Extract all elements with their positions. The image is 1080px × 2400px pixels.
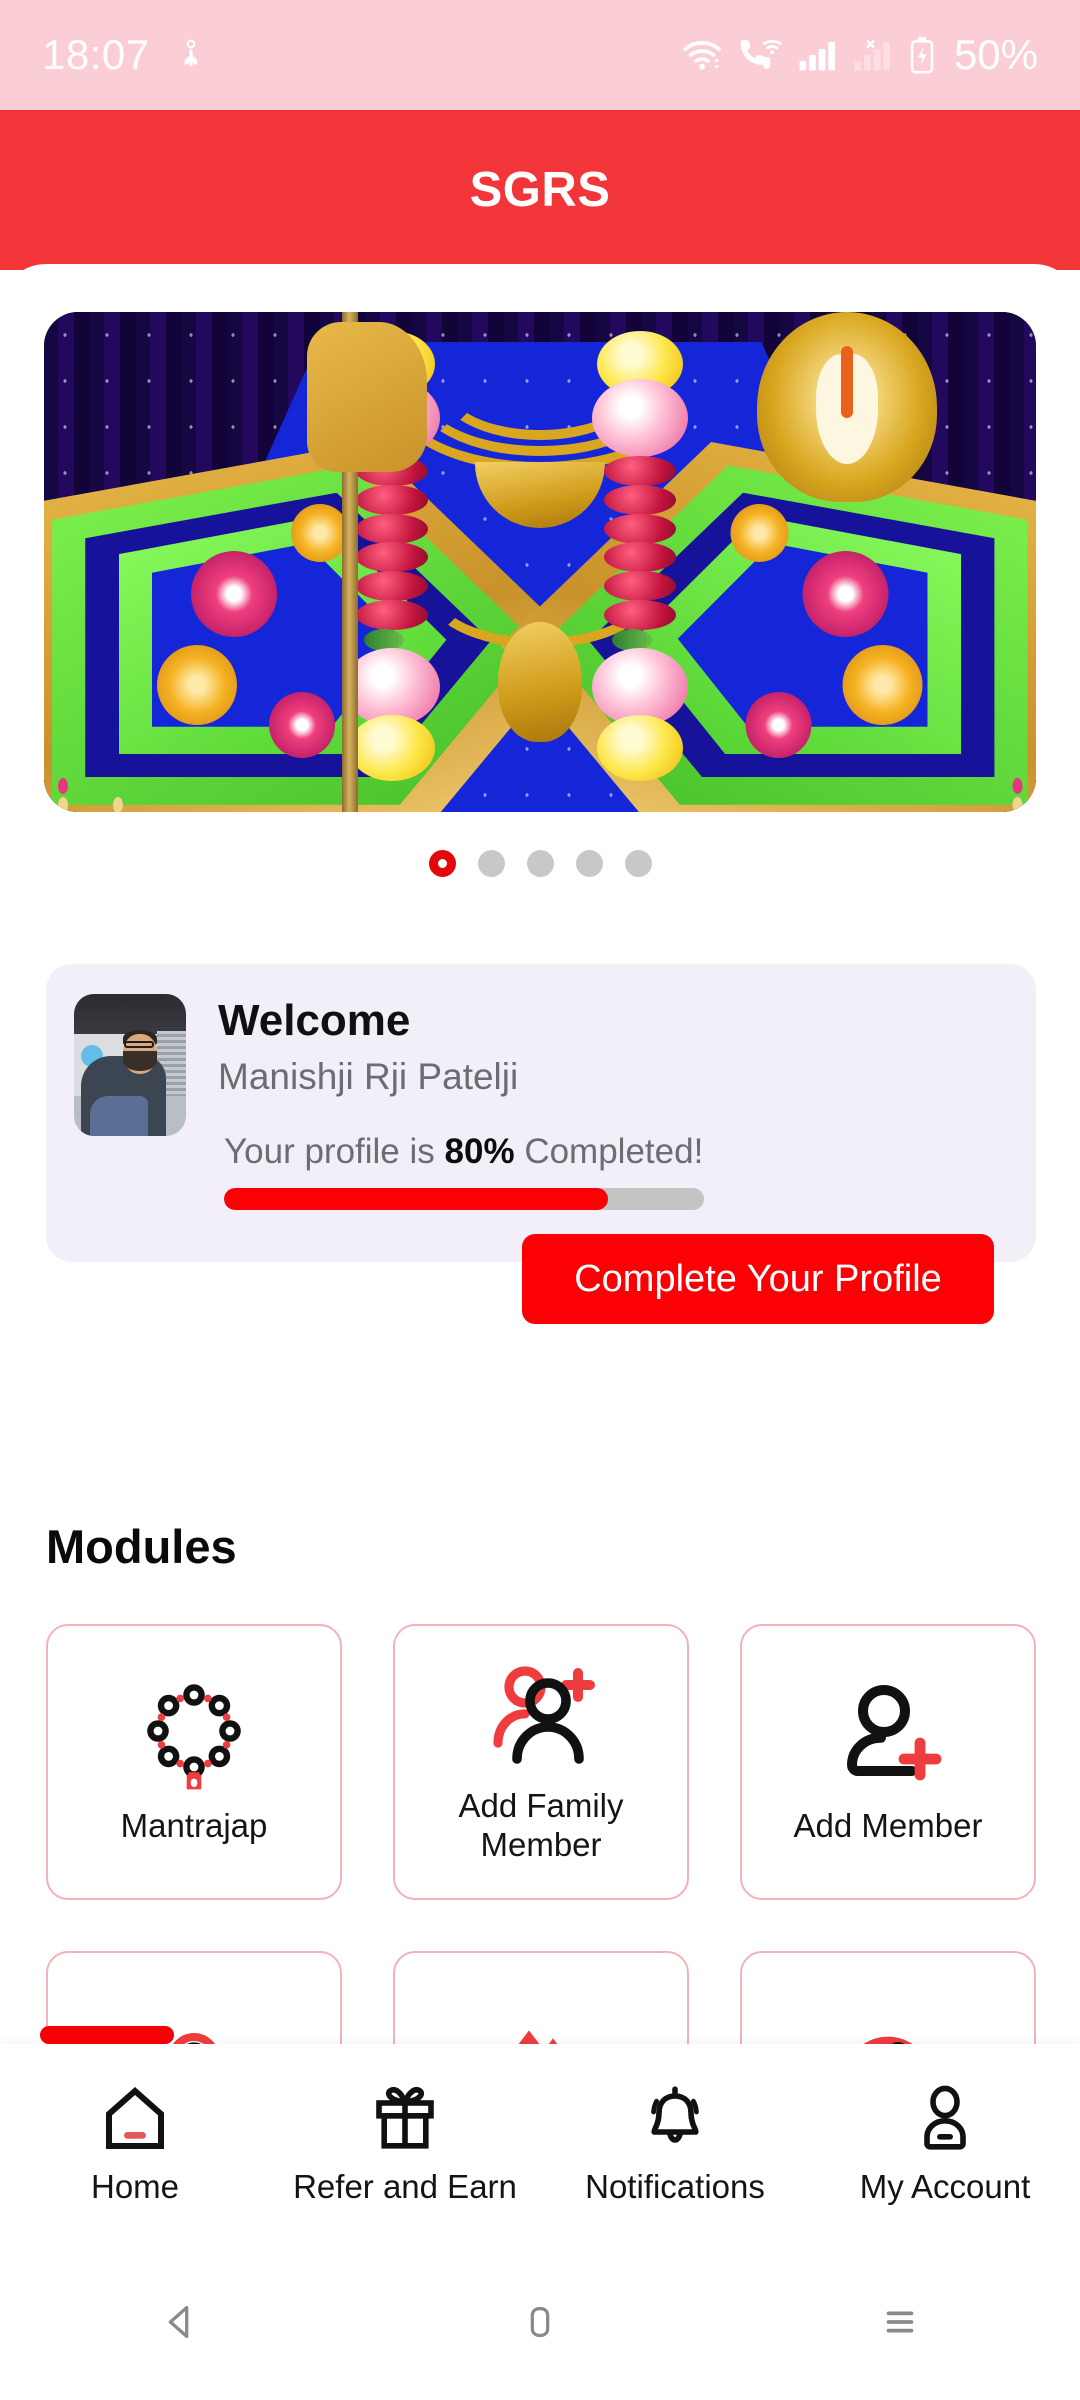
person-icon	[924, 2085, 966, 2150]
carousel-dot-3[interactable]	[526, 850, 554, 877]
modules-heading: Modules	[46, 1520, 237, 1573]
progress-suffix: Completed!	[524, 1132, 704, 1171]
prayer-beads-mala-icon	[142, 1679, 246, 1791]
carousel-dot-5[interactable]	[624, 850, 652, 877]
bottom-navigation: Home Refer and Earn Notifications My Acc…	[0, 2044, 1080, 2244]
home-icon	[106, 2086, 164, 2149]
profile-progress-text: Your profile is 80% Completed!	[224, 1132, 703, 1172]
welcome-card: Welcome Manishji Rji Patelji Your profil…	[46, 964, 1036, 1324]
recents-lines-icon[interactable]	[840, 2272, 960, 2372]
sprout-icon	[184, 39, 198, 67]
welcome-user-name: Manishji Rji Patelji	[218, 1056, 519, 1097]
wifi-icon	[683, 41, 721, 70]
active-tab-indicator	[40, 2026, 174, 2044]
carousel-dot-1[interactable]	[428, 850, 456, 877]
profile-progress-fill	[224, 1188, 608, 1210]
carousel-dot-4[interactable]	[575, 850, 603, 877]
add-family-member-icon	[482, 1659, 600, 1771]
back-triangle-icon[interactable]	[120, 2272, 240, 2372]
status-bar-right: 50%	[681, 31, 1038, 79]
signal-bars-icon	[799, 41, 835, 71]
complete-profile-button[interactable]: Complete Your Profile	[522, 1234, 994, 1324]
nav-label: Refer and Earn	[293, 2168, 517, 2205]
module-label: Add Family Member	[458, 1787, 624, 1863]
app-header: SGRS	[0, 110, 1080, 270]
status-bar-left: 18:07	[42, 31, 208, 79]
status-bar: 18:07 50%	[0, 0, 1080, 110]
carousel-dot-2[interactable]	[477, 850, 505, 877]
vowifi-call-icon	[740, 39, 782, 69]
bell-icon	[651, 2086, 699, 2143]
system-navigation-bar	[0, 2244, 1080, 2400]
module-label: Add Member	[793, 1806, 983, 1844]
profile-progress-bar	[224, 1188, 704, 1210]
welcome-greeting: Welcome	[218, 996, 411, 1045]
add-member-icon	[832, 1679, 944, 1791]
gold-drop-pendant	[498, 622, 582, 742]
status-bar-clock: 18:07	[42, 31, 150, 78]
avatar[interactable]	[74, 994, 186, 1136]
nav-item-refer-and-earn[interactable]: Refer and Earn	[270, 2082, 540, 2206]
no-signal-x-icon	[854, 40, 890, 71]
nav-item-my-account[interactable]: My Account	[810, 2082, 1080, 2206]
carousel-dots[interactable]	[0, 850, 1080, 877]
flower-garland-right	[592, 312, 689, 792]
progress-value: 80%	[444, 1132, 515, 1171]
battery-charging-icon	[910, 37, 934, 74]
progress-prefix: Your profile is	[224, 1132, 435, 1171]
module-card-add-family-member[interactable]: Add Family Member	[393, 1624, 689, 1900]
deity-hand	[306, 322, 427, 472]
nav-item-notifications[interactable]: Notifications	[540, 2082, 810, 2206]
home-square-icon[interactable]	[480, 2272, 600, 2372]
gift-icon	[376, 2087, 434, 2149]
nav-label: Notifications	[585, 2168, 765, 2205]
app-title: SGRS	[469, 163, 611, 217]
banner-carousel[interactable]	[44, 312, 1036, 812]
battery-percentage: 50%	[953, 31, 1038, 78]
module-card-mantrajap[interactable]: Mantrajap	[46, 1624, 342, 1900]
nav-label: My Account	[859, 2168, 1031, 2205]
deity-crown-ornament	[756, 312, 937, 502]
nav-label: Home	[90, 2168, 180, 2205]
module-card-add-member[interactable]: Add Member	[740, 1624, 1036, 1900]
app-screen: 18:07 50% SGRS Welcome Manishji Rji Pate…	[0, 0, 1080, 2400]
nav-item-home[interactable]: Home	[0, 2082, 270, 2206]
carousel-slide[interactable]	[44, 312, 1036, 812]
module-label: Mantrajap	[120, 1806, 268, 1844]
